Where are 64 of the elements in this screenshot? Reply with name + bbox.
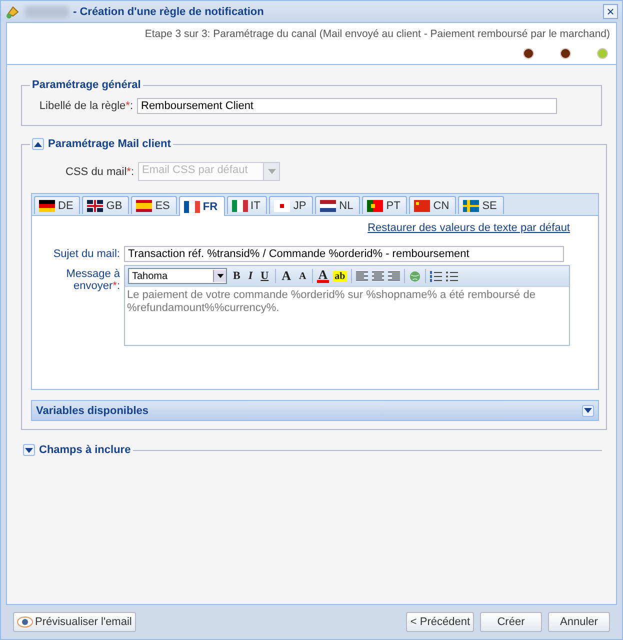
footer-button[interactable]: Annuler — [548, 612, 610, 632]
format-button[interactable]: B — [231, 270, 242, 282]
close-button[interactable]: × — [603, 4, 618, 19]
preview-button[interactable]: Prévisualiser l'email — [13, 612, 136, 632]
caret-icon — [25, 448, 33, 452]
language-tab[interactable]: SE — [458, 196, 504, 214]
language-tab[interactable]: ES — [131, 196, 177, 214]
format-button[interactable]: A — [296, 270, 308, 282]
flag-icon — [463, 200, 480, 212]
language-tab[interactable]: PT — [362, 196, 408, 214]
flag-icon — [367, 200, 384, 212]
section-legend: Champs à inclure — [39, 444, 131, 456]
section-legend: Paramétrage général — [30, 79, 143, 91]
flag-icon — [320, 200, 336, 212]
language-tab[interactable]: NL — [315, 196, 360, 214]
field-label: Message à envoyer*: — [65, 268, 120, 292]
language-tab[interactable]: JP — [269, 196, 314, 214]
field-label: Sujet du mail: — [52, 248, 120, 260]
field-label: Libellé de la règle*: — [38, 100, 133, 112]
flag-icon — [274, 200, 290, 212]
caret-icon — [584, 408, 592, 413]
window-title: - Création d'une règle de notification — [73, 6, 265, 18]
panel-title: Variables disponibles — [36, 404, 148, 416]
flag-icon — [184, 200, 200, 212]
subject-field[interactable]: Transaction réf. %transid% / Commande %orderid% - remboursement — [124, 246, 564, 262]
collapse-button[interactable] — [32, 138, 44, 150]
language-tab[interactable]: IT — [226, 196, 268, 214]
section-legend: Paramétrage Mail client — [48, 138, 171, 150]
flag-icon — [39, 200, 55, 212]
highlight-button[interactable]: ab — [332, 270, 348, 282]
language-tab[interactable]: DE — [34, 196, 80, 214]
format-button[interactable]: U — [258, 270, 271, 282]
language-tab[interactable]: GB — [82, 196, 130, 214]
variables-panel-header[interactable]: Variables disponibles — [31, 400, 599, 421]
format-button[interactable]: I — [246, 270, 255, 282]
font-select[interactable]: Tahoma — [128, 268, 227, 284]
numbered-list-icon[interactable] — [430, 270, 442, 282]
blurred-text — [25, 6, 69, 18]
step-text: Etape 3 sur 3: Paramétrage du canal (Mail envoyé au client - Paiement remboursé par le marchand) — [144, 28, 610, 40]
align-icon[interactable] — [388, 270, 400, 282]
caret-icon — [268, 169, 276, 174]
flag-icon — [87, 200, 104, 212]
expand-button[interactable] — [582, 404, 594, 416]
caret-icon — [34, 142, 42, 146]
footer-button[interactable]: < Précédent — [406, 612, 474, 632]
restore-defaults-link[interactable]: Restaurer des valeurs de texte par défaut — [368, 222, 570, 234]
language-tab[interactable]: FR — [178, 196, 225, 216]
caret-icon — [216, 274, 224, 278]
field-label: CSS du mail*: — [64, 166, 134, 178]
format-button[interactable]: A — [280, 268, 293, 284]
message-text: Le paiement de votre commande %orderid% sur %shopname% a été remboursé de %refundamount%%currency%. — [126, 288, 536, 316]
font-color-button[interactable]: A — [317, 269, 329, 283]
rule-name-field[interactable]: Remboursement Client — [137, 98, 557, 114]
flag-icon — [136, 200, 152, 212]
align-icon[interactable] — [372, 270, 384, 282]
message-editor[interactable]: Tahoma B I U A A A ab Le paiement de votre commande %orderid% sur %shopname% a été remboursé de %refundamount%%currency%. — [124, 265, 570, 346]
eye-icon — [17, 616, 33, 628]
expand-button[interactable] — [23, 444, 35, 456]
language-tab[interactable]: CN — [409, 196, 456, 214]
flag-icon — [414, 200, 430, 212]
flag-icon — [232, 200, 248, 212]
footer-button[interactable]: Créer — [480, 612, 542, 632]
align-icon[interactable] — [356, 270, 368, 282]
bullet-list-icon[interactable] — [446, 270, 458, 282]
